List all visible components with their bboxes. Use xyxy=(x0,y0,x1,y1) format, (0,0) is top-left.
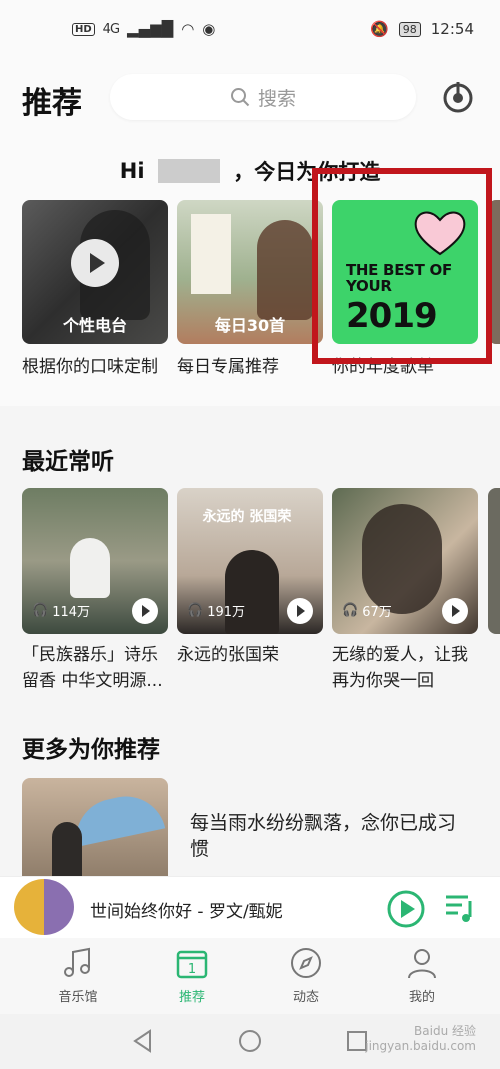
calendar-icon: 1 xyxy=(176,950,208,979)
music-radio-icon[interactable] xyxy=(440,78,476,114)
card-label: 每日专属推荐 xyxy=(177,357,279,377)
battery-indicator: 98 xyxy=(398,21,421,37)
play-icon[interactable] xyxy=(287,598,313,624)
signal-indicator: 4G xyxy=(102,21,120,37)
person-icon xyxy=(408,949,436,979)
tab-label: 推荐 xyxy=(178,990,205,1005)
greeting-prefix: Hi xyxy=(119,159,145,183)
card-tag: 个性电台 xyxy=(62,316,127,335)
headphone-icon: 🎧 xyxy=(32,603,49,618)
figure-art xyxy=(52,822,82,878)
recent-title: 最近常听 xyxy=(22,449,114,475)
mute-bell-icon: 🔕 xyxy=(370,20,389,38)
search-placeholder: 搜索 xyxy=(257,87,296,110)
headphone-icon: 🎧 xyxy=(342,603,359,618)
system-nav-bar: Baidu 经验 jingyan.baidu.com xyxy=(0,1014,500,1069)
artist-silhouette xyxy=(362,504,442,614)
compass-icon xyxy=(291,948,321,978)
play-icon[interactable] xyxy=(71,239,119,288)
watermark-line1: Baidu 经验 xyxy=(414,1024,476,1038)
play-count-value: 191万 xyxy=(207,605,246,620)
signal-bars-icon: ▂▄▆█ xyxy=(127,20,174,38)
umbrella-art xyxy=(68,789,166,847)
poster-art xyxy=(191,214,231,294)
watermark: Baidu 经验 jingyan.baidu.com xyxy=(365,1022,476,1053)
tab-feed[interactable]: 动态 xyxy=(266,946,346,1005)
artist-silhouette xyxy=(257,220,313,320)
home-icon[interactable] xyxy=(237,1028,263,1054)
tab-music-hall[interactable]: 音乐馆 xyxy=(38,946,118,1005)
now-playing-title: 世间始终你好 - 罗文/甄妮 xyxy=(90,902,283,922)
tab-mine[interactable]: 我的 xyxy=(382,946,462,1005)
search-icon xyxy=(230,88,250,107)
play-count-value: 114万 xyxy=(52,605,91,620)
status-bar: HD 4G ▂▄▆█ ◠ ◉ 🔕 98 12:54 xyxy=(0,0,500,58)
artist-silhouette xyxy=(225,550,279,634)
daily-30-card[interactable]: 每日30首 xyxy=(177,200,323,344)
tab-badge: 1 xyxy=(188,962,196,977)
music-note-icon xyxy=(64,947,90,977)
tab-label: 音乐馆 xyxy=(58,990,98,1005)
cover-text: 永远的 张国荣 xyxy=(202,509,292,525)
partial-card[interactable] xyxy=(488,488,500,634)
recent-playlist-card[interactable]: 🎧 67万 xyxy=(332,488,478,634)
play-icon[interactable] xyxy=(132,598,158,624)
page-title: 推荐 xyxy=(22,86,82,121)
album-cover[interactable] xyxy=(14,879,74,935)
clock: 12:54 xyxy=(430,20,474,38)
world-icon: ◉ xyxy=(202,20,216,38)
status-right: 🔕 98 12:54 xyxy=(370,20,474,38)
watermark-line2: jingyan.baidu.com xyxy=(365,1039,476,1053)
tab-recommend[interactable]: 1 推荐 xyxy=(152,946,232,1005)
card-label: 根据你的口味定制 xyxy=(22,357,158,377)
headphone-icon: 🎧 xyxy=(187,603,204,618)
recent-label: 「民族器乐」诗乐留香 中华文明源... xyxy=(22,645,163,691)
tab-label: 我的 xyxy=(408,990,435,1005)
card-tag: 每日30首 xyxy=(214,316,286,335)
play-count: 🎧 114万 xyxy=(32,601,90,620)
play-count-value: 67万 xyxy=(362,605,392,620)
header: 推荐 搜索 xyxy=(0,58,500,138)
status-left: HD 4G ▂▄▆█ ◠ ◉ xyxy=(72,20,215,38)
more-item-title[interactable]: 每当雨水纷纷飘落，念你已成习惯 xyxy=(190,810,460,862)
play-count: 🎧 191万 xyxy=(187,601,245,620)
playlist-icon[interactable] xyxy=(444,891,476,925)
play-count: 🎧 67万 xyxy=(342,601,392,620)
recent-playlist-card[interactable]: 永远的 张国荣 🎧 191万 xyxy=(177,488,323,634)
tab-bar: 音乐馆 1 推荐 动态 我的 xyxy=(0,938,500,1014)
more-title: 更多为你推荐 xyxy=(22,737,160,763)
blurred-username xyxy=(157,159,220,183)
tab-label: 动态 xyxy=(292,990,319,1005)
more-playlist-card[interactable] xyxy=(22,778,168,878)
wifi-icon: ◠ xyxy=(181,20,195,38)
highlight-frame xyxy=(312,168,492,364)
play-icon[interactable] xyxy=(386,889,426,929)
play-icon[interactable] xyxy=(442,598,468,624)
personal-radio-card[interactable]: 个性电台 xyxy=(22,200,168,344)
hd-badge: HD xyxy=(72,22,95,36)
mini-player[interactable]: 世间始终你好 - 罗文/甄妮 xyxy=(0,876,500,938)
recent-label: 永远的张国荣 xyxy=(177,645,279,665)
search-input[interactable]: 搜索 xyxy=(110,74,416,120)
recent-playlist-card[interactable]: 🎧 114万 xyxy=(22,488,168,634)
back-icon[interactable] xyxy=(130,1028,156,1054)
recent-label: 无缘的爱人，让我再为你哭一回 xyxy=(332,645,468,691)
player-figure xyxy=(70,538,110,598)
